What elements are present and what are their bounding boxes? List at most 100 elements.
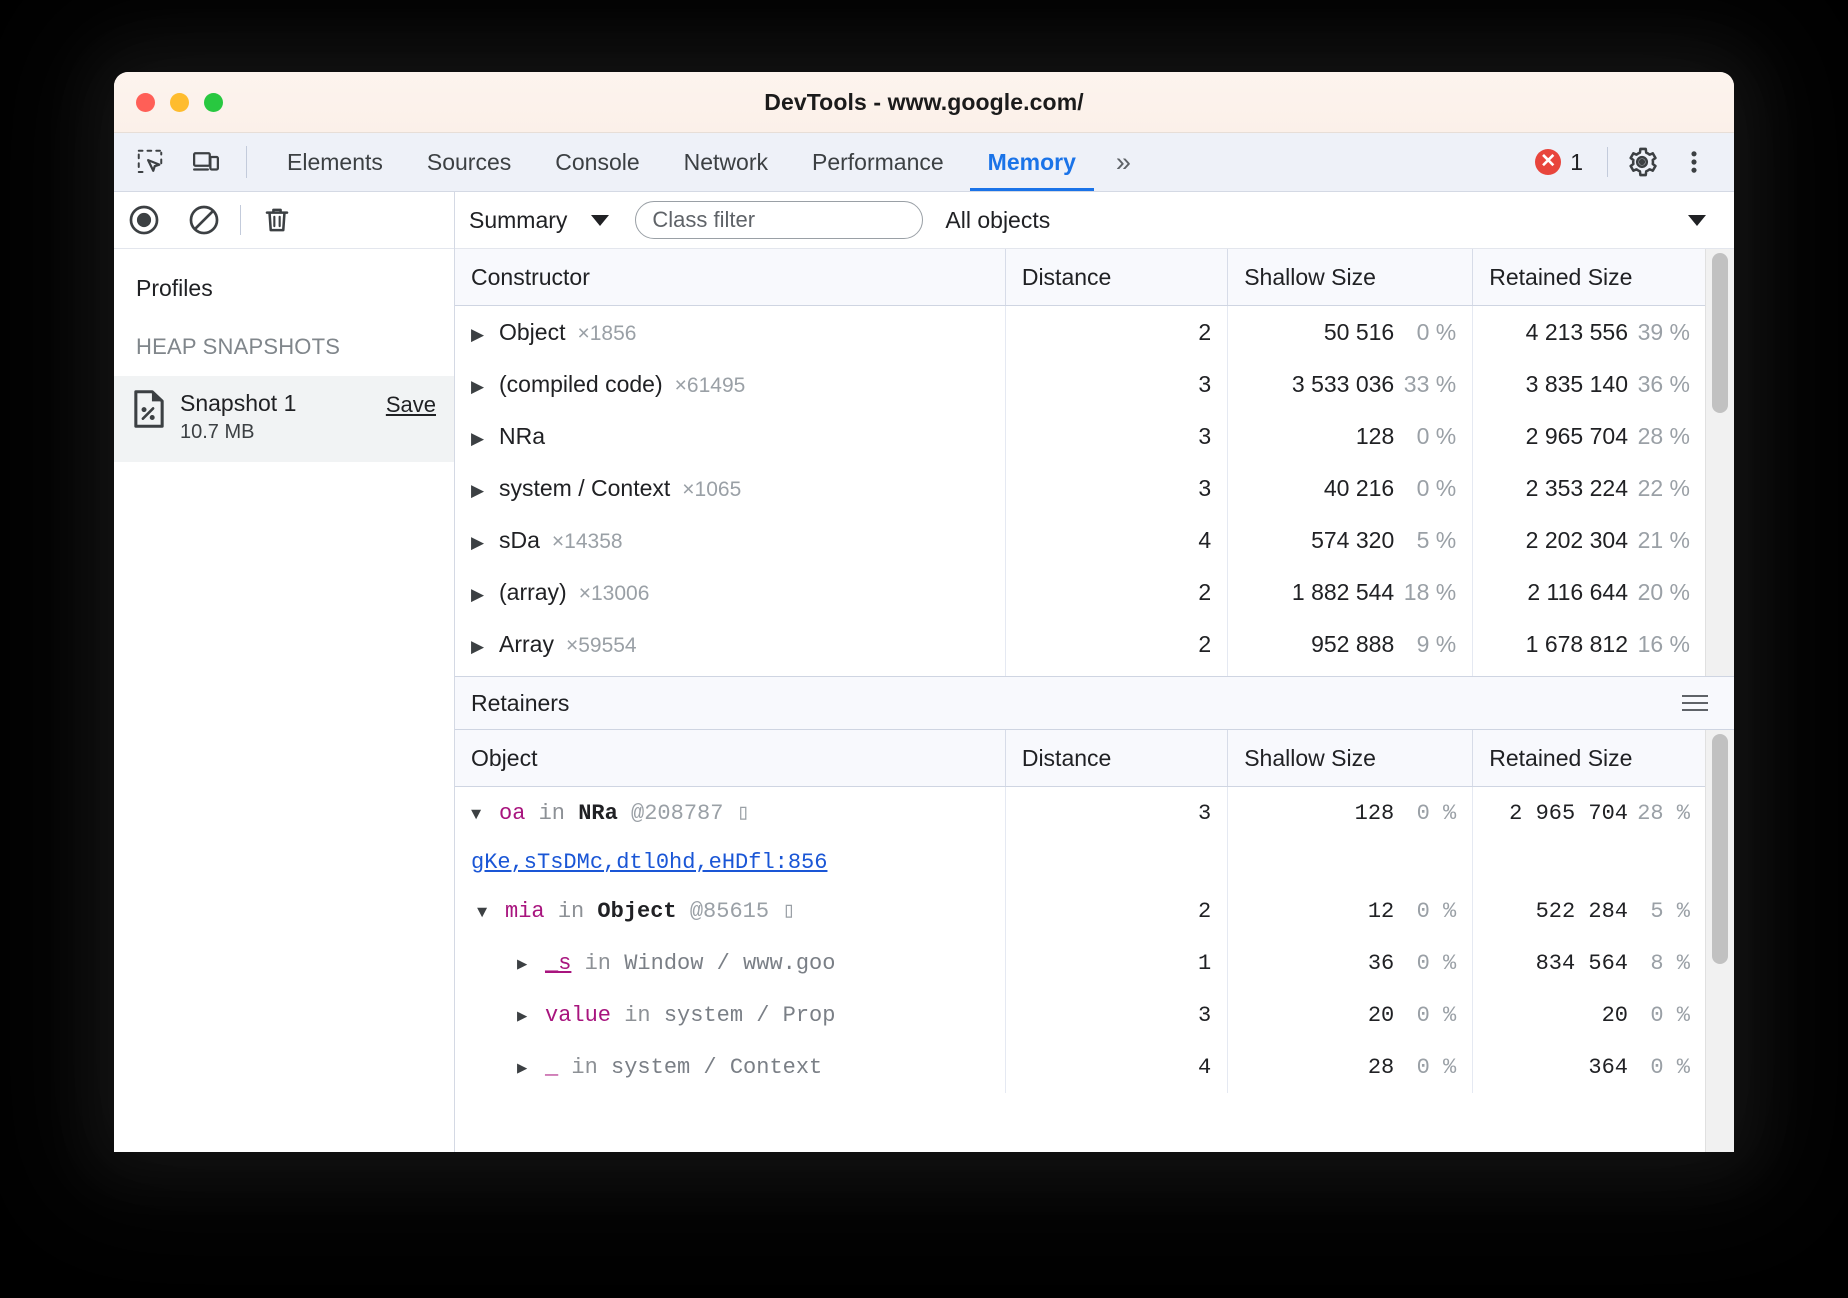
record-heap-snapshot-icon[interactable] (114, 192, 174, 248)
objects-scope-select[interactable]: All objects (945, 207, 1734, 234)
column-header-shallow-size[interactable]: Shallow Size (1228, 730, 1473, 787)
retained-size-cell: 4 213 55639 % (1473, 306, 1706, 359)
column-header-retained-size[interactable]: Retained Size (1473, 730, 1706, 787)
retainer-object-cell[interactable]: ▼oa in NRa @208787 ▯ (455, 787, 1005, 840)
error-badge[interactable]: ✕ 1 (1519, 149, 1599, 176)
constructor-cell[interactable]: ▶Object×1856 (455, 306, 1005, 359)
expand-triangle-icon[interactable]: ▶ (517, 954, 535, 975)
tab-performance[interactable]: Performance (790, 133, 966, 191)
class-filter-input[interactable] (635, 201, 923, 239)
inspect-element-icon[interactable] (122, 133, 178, 191)
size-value: 40 216 (1324, 475, 1394, 501)
table-row[interactable]: ▶sDa×143584574 3205 %2 202 30421 % (455, 514, 1706, 566)
size-percent: 28 % (1628, 801, 1690, 826)
retainer-url-cell[interactable]: gKe,sTsDMc,dtl0hd,eHDfl:856 (455, 839, 1005, 885)
constructor-scrollbar[interactable] (1705, 249, 1734, 676)
table-row[interactable]: ▼mia in Object @85615 ▯2120 %522 2845 % (455, 885, 1706, 937)
snapshot-list-item[interactable]: Snapshot 1 10.7 MB Save (114, 376, 454, 462)
table-row[interactable]: ▶Object×1856250 5160 %4 213 55639 % (455, 306, 1706, 359)
table-row[interactable]: ▶(array)×1300621 882 54418 %2 116 64420 … (455, 566, 1706, 618)
expand-triangle-icon[interactable]: ▶ (471, 481, 489, 501)
snapshot-size: 10.7 MB (180, 421, 372, 444)
constructor-header-row: Constructor Distance Shallow Size Retain… (455, 249, 1706, 306)
column-header-constructor[interactable]: Constructor (455, 249, 1005, 306)
constructor-cell[interactable]: ▶Array×59554 (455, 618, 1005, 670)
more-tabs-icon[interactable]: » (1098, 133, 1149, 191)
constructor-name: (array) (499, 579, 567, 605)
retainer-object-cell[interactable]: ▼mia in Object @85615 ▯ (455, 885, 1005, 937)
shallow-size-cell: 574 3205 % (1228, 514, 1473, 566)
expand-triangle-icon[interactable]: ▶ (471, 533, 489, 553)
constructor-name: Object (499, 319, 565, 345)
table-row[interactable]: ▶_s in Window / www.goo1360 %834 5648 % (455, 937, 1706, 989)
retainer-source-link[interactable]: gKe,sTsDMc,dtl0hd,eHDfl:856 (471, 850, 827, 875)
retained-size-cell: 522 2845 % (1473, 885, 1706, 937)
collapse-triangle-icon[interactable]: ▼ (477, 904, 495, 923)
retainer-url-row[interactable]: gKe,sTsDMc,dtl0hd,eHDfl:856 (455, 839, 1706, 885)
memory-sidebar: Profiles HEAP SNAPSHOTS Snapshot 1 (114, 192, 455, 1152)
table-row[interactable]: ▶(closure)×156202483 3805 %1 539 66414 % (455, 670, 1706, 677)
table-row[interactable]: ▶system / Context×1065340 2160 %2 353 22… (455, 462, 1706, 514)
size-percent: 20 % (1628, 579, 1690, 606)
constructor-cell[interactable]: ▶(closure)×15620 (455, 670, 1005, 677)
constructor-cell[interactable]: ▶system / Context×1065 (455, 462, 1005, 514)
size-percent: 18 % (1394, 579, 1456, 606)
expand-triangle-icon[interactable]: ▶ (471, 637, 489, 657)
retainers-grid: Object Distance Shallow Size Retained Si… (455, 730, 1706, 1093)
tab-memory[interactable]: Memory (966, 133, 1098, 191)
constructor-cell[interactable]: ▶(compiled code)×61495 (455, 358, 1005, 410)
constructor-grid: Constructor Distance Shallow Size Retain… (455, 249, 1706, 677)
size-value: 36 (1368, 951, 1394, 976)
expand-triangle-icon[interactable]: ▶ (517, 1058, 535, 1079)
table-row[interactable]: ▶_ in system / Context4280 %3640 % (455, 1041, 1706, 1093)
retainer-property-name: _ (545, 1055, 558, 1080)
sidebar-toolbar (114, 192, 454, 249)
tab-elements[interactable]: Elements (265, 133, 405, 191)
view-mode-select[interactable]: Summary (469, 207, 609, 234)
constructor-cell[interactable]: ▶sDa×14358 (455, 514, 1005, 566)
clear-icon[interactable] (174, 192, 234, 248)
more-options-icon[interactable] (1668, 136, 1720, 188)
table-row[interactable]: ▶NRa31280 %2 965 70428 % (455, 410, 1706, 462)
retainer-in-keyword: in (539, 801, 565, 826)
retainer-object-cell[interactable]: ▶_ in system / Context (455, 1041, 1005, 1093)
collapse-triangle-icon[interactable]: ▼ (471, 806, 489, 825)
retainer-object-cell[interactable]: ▶_s in Window / www.goo (455, 937, 1005, 989)
column-header-shallow-size[interactable]: Shallow Size (1228, 249, 1473, 306)
scrollbar-thumb[interactable] (1712, 734, 1728, 964)
table-row[interactable]: ▼oa in NRa @208787 ▯31280 %2 965 70428 % (455, 787, 1706, 840)
scrollbar-thumb[interactable] (1712, 253, 1728, 413)
table-row[interactable]: ▶value in system / Prop3200 %200 % (455, 989, 1706, 1041)
distance-cell: 3 (1005, 462, 1227, 514)
retainer-object-cell[interactable]: ▶value in system / Prop (455, 989, 1005, 1041)
size-percent: 0 % (1628, 1003, 1690, 1028)
table-row[interactable]: ▶Array×595542952 8889 %1 678 81216 % (455, 618, 1706, 670)
retainers-menu-icon[interactable] (1682, 695, 1708, 711)
memory-filter-toolbar: Summary All objects (455, 192, 1734, 249)
column-header-distance[interactable]: Distance (1005, 249, 1227, 306)
table-row[interactable]: ▶(compiled code)×6149533 533 03633 %3 83… (455, 358, 1706, 410)
chevron-down-icon (1688, 215, 1706, 226)
tab-sources[interactable]: Sources (405, 133, 533, 191)
column-header-retained-size[interactable]: Retained Size (1473, 249, 1706, 306)
retainer-class-name: Window / www.goo (624, 951, 835, 976)
device-toolbar-icon[interactable] (178, 133, 234, 191)
expand-triangle-icon[interactable]: ▶ (471, 585, 489, 605)
tab-console[interactable]: Console (533, 133, 661, 191)
instance-count: ×59554 (566, 634, 637, 657)
expand-triangle-icon[interactable]: ▶ (471, 325, 489, 345)
size-value: 574 320 (1311, 527, 1394, 553)
column-header-distance[interactable]: Distance (1005, 730, 1227, 787)
save-snapshot-link[interactable]: Save (386, 392, 436, 418)
retainers-scrollbar[interactable] (1705, 730, 1734, 1152)
expand-triangle-icon[interactable]: ▶ (517, 1006, 535, 1027)
constructor-cell[interactable]: ▶NRa (455, 410, 1005, 462)
column-header-object[interactable]: Object (455, 730, 1005, 787)
expand-triangle-icon[interactable]: ▶ (471, 377, 489, 397)
constructor-cell[interactable]: ▶(array)×13006 (455, 566, 1005, 618)
settings-gear-icon[interactable] (1616, 136, 1668, 188)
expand-triangle-icon[interactable]: ▶ (471, 429, 489, 449)
tab-network[interactable]: Network (662, 133, 790, 191)
retainer-class-name: system / Prop (664, 1003, 836, 1028)
delete-profile-icon[interactable] (247, 192, 307, 248)
